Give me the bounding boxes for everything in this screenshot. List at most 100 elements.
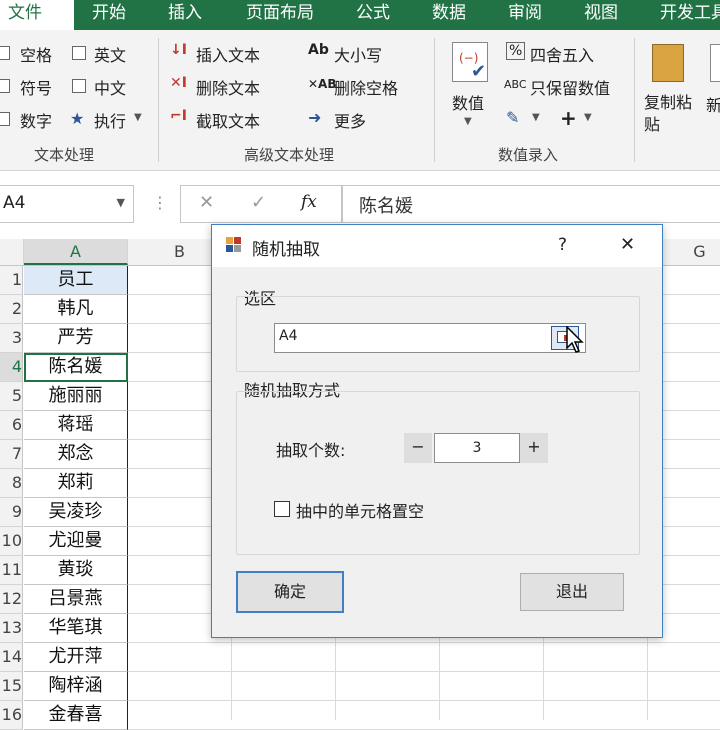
extract-text-button[interactable]: 截取文本 [196,108,260,132]
chevron-down-icon: ▼ [584,112,592,123]
name-cell[interactable]: 华笔琪 [24,614,128,643]
row-header[interactable]: 5 [0,382,23,411]
option-chinese[interactable]: 中文 [94,75,126,99]
row-header[interactable]: 12 [0,585,23,614]
count-input[interactable]: 3 [434,433,520,463]
remove-space-button[interactable]: 删除空格 [334,75,398,99]
name-cell[interactable]: 吴凌珍 [24,498,128,527]
name-cell[interactable]: 陶梓涵 [24,672,128,701]
group-label-text: 文本处理 [34,146,95,164]
count-label: 抽取个数: [276,441,346,460]
row-header[interactable]: 10 [0,527,23,556]
selection-input[interactable]: A4 [274,323,586,353]
star-icon: ★ [70,109,85,128]
more-button[interactable]: 更多 [334,108,366,132]
row-header[interactable]: 7 [0,440,23,469]
row-header[interactable]: 13 [0,614,23,643]
plus-icon[interactable]: + [560,106,577,130]
delete-text-button[interactable]: 删除文本 [196,75,260,99]
group-separator [158,38,159,162]
tab-data[interactable]: 数据 [432,0,466,30]
tab-insert[interactable]: 插入 [168,0,202,30]
new-button[interactable]: 新 [706,92,720,116]
formula-content: 陈名媛 [359,196,413,217]
name-cell[interactable]: 蒋瑶 [24,411,128,440]
row-header[interactable]: 3 [0,324,23,353]
option-space[interactable]: 空格 [20,42,52,66]
tab-developer[interactable]: 开发工具 [660,0,720,30]
tab-home[interactable]: 开始 [92,0,126,30]
clear-cells-checkbox[interactable] [274,501,290,517]
row-header[interactable]: 9 [0,498,23,527]
row-header[interactable]: 4 [0,353,23,382]
help-button[interactable]: ? [558,235,567,255]
name-cell[interactable]: 严芳 [24,324,128,353]
name-cell[interactable]: 施丽丽 [24,382,128,411]
checkbox-english[interactable] [72,46,86,60]
name-cell[interactable]: 郑莉 [24,469,128,498]
row-header[interactable]: 2 [0,295,23,324]
name-cell[interactable]: 尤迎曼 [24,527,128,556]
name-cell[interactable]: 韩凡 [24,295,128,324]
round-icon: % [506,42,526,60]
row-header[interactable]: 1 [0,266,23,295]
chevron-down-icon: ▼ [464,116,472,127]
row-header[interactable]: 16 [0,701,23,730]
tab-page-layout[interactable]: 页面布局 [246,0,314,30]
case-button[interactable]: 大小写 [334,42,382,66]
row-header[interactable]: 14 [0,643,23,672]
formula-input[interactable]: 陈名媛 [342,185,720,223]
more-dots-icon: ⋮ [152,193,168,212]
name-cell[interactable]: 吕景燕 [24,585,128,614]
option-symbol[interactable]: 符号 [20,75,52,99]
column-header-a[interactable]: A [24,239,128,265]
name-cell[interactable]: 陈名媛 [24,353,128,382]
name-cell[interactable]: 尤开萍 [24,643,128,672]
dialog-title-bar: 随机抽取 ? ✕ [212,225,662,267]
round-button[interactable]: 四舍五入 [530,42,594,66]
tab-file[interactable]: 文件 [0,0,74,30]
tab-view[interactable]: 视图 [584,0,618,30]
clear-cells-label[interactable]: 抽中的单元格置空 [296,498,424,522]
name-box[interactable]: A4 ▼ [0,185,134,223]
app-icon [226,237,242,253]
row-header[interactable]: 6 [0,411,23,440]
tab-review[interactable]: 审阅 [508,0,542,30]
chevron-down-icon[interactable]: ▼ [117,196,125,209]
keep-values-button[interactable]: 只保留数值 [530,75,610,99]
option-english[interactable]: 英文 [94,42,126,66]
insert-text-button[interactable]: 插入文本 [196,42,260,66]
name-cell[interactable]: 黄琰 [24,556,128,585]
option-number[interactable]: 数字 [20,108,52,132]
name-cell[interactable]: 郑念 [24,440,128,469]
checkbox-symbol[interactable] [0,79,10,93]
cancel-icon[interactable]: ✕ [199,192,214,213]
tab-formulas[interactable]: 公式 [356,0,390,30]
row-header[interactable]: 15 [0,672,23,701]
select-all-corner[interactable] [0,239,24,265]
name-cell[interactable]: 金春喜 [24,701,128,730]
checkbox-space[interactable] [0,46,10,60]
gridline [128,642,720,643]
row-header[interactable]: 11 [0,556,23,585]
numeric-button[interactable]: 数值 [452,90,484,114]
row-header[interactable]: 8 [0,469,23,498]
enter-icon[interactable]: ✓ [251,192,266,213]
decrement-button[interactable]: − [404,433,432,463]
ribbon-tab-bar: 文件 开始 插入 页面布局 公式 数据 审阅 视图 开发工具 [0,0,720,30]
group-label-advanced: 高级文本处理 [244,146,335,164]
ok-button[interactable]: 确定 [236,571,344,613]
clipboard-icon [652,44,684,82]
insert-text-icon: ↓I [170,42,187,58]
dialog-title: 随机抽取 [252,240,320,260]
close-button[interactable]: ✕ [620,234,635,255]
increment-button[interactable]: + [520,433,548,463]
execute-button[interactable]: 执行 [94,108,126,132]
checkbox-number[interactable] [0,112,10,126]
exit-button[interactable]: 退出 [520,573,624,611]
copy-paste-button[interactable]: 复制粘贴 [644,92,700,136]
header-cell[interactable]: 员工 [24,266,128,295]
group-label-numeric: 数值录入 [498,146,559,164]
fx-icon[interactable]: fx [301,192,317,212]
checkbox-chinese[interactable] [72,79,86,93]
